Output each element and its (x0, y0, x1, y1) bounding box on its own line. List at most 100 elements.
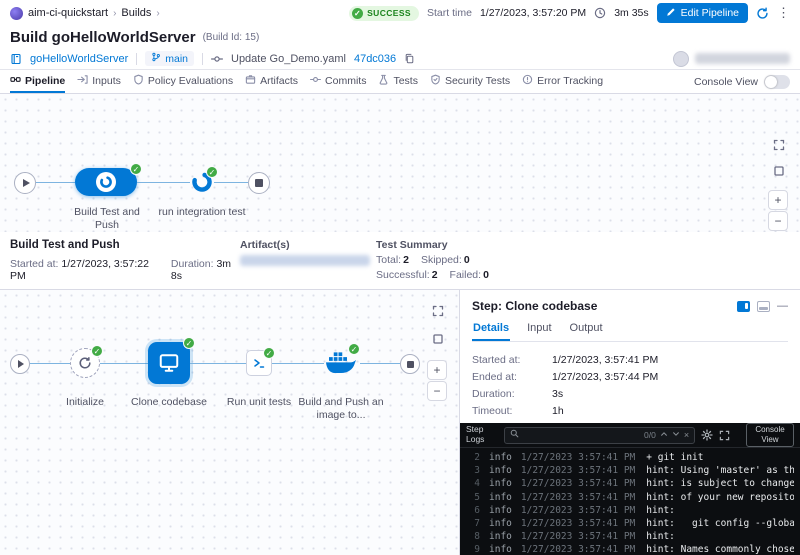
log-settings-gear-icon[interactable] (701, 429, 713, 441)
execution-end-node (400, 354, 420, 374)
breadcrumb-project-link[interactable]: aim-ci-quickstart (28, 7, 108, 19)
commits-tab-icon (310, 74, 321, 88)
divider (136, 53, 137, 65)
start-time-label: Start time (427, 7, 472, 19)
step-execution-canvas[interactable]: ✓ Initialize ✓ Clone codebase ✓ Run unit… (0, 290, 460, 555)
triggered-by (673, 51, 790, 67)
step-label: Build and Push an image to... (295, 396, 387, 422)
detail-value: 1/27/2023, 3:57:41 PM (552, 354, 658, 366)
close-search-icon[interactable]: × (684, 431, 689, 440)
expand-canvas-icon[interactable] (429, 302, 447, 320)
stage-summary-title: Build Test and Push (10, 239, 240, 251)
zoom-out-button[interactable]: − (768, 211, 788, 231)
branch-icon (151, 52, 161, 65)
skipped-label: Skipped: (421, 254, 462, 266)
tab-tests[interactable]: Tests (378, 70, 418, 93)
repo-name-link[interactable]: goHelloWorldServer (30, 53, 128, 65)
layout-bottom-view-icon[interactable] (757, 301, 770, 312)
layout-right-view-icon[interactable] (737, 301, 750, 312)
page-title: Build goHelloWorldServer (10, 29, 196, 46)
tab-policy-evaluations[interactable]: Policy Evaluations (133, 70, 233, 93)
commit-message: Update Go_Demo.yaml (231, 53, 346, 65)
log-message: hint: git config --global init.defaul (646, 517, 794, 530)
edge-connector (272, 363, 324, 364)
log-timestamp: 1/27/2023 3:57:41 PM (521, 451, 635, 464)
tab-artifacts[interactable]: Artifacts (245, 70, 298, 93)
play-icon (23, 179, 30, 187)
edge-connector (137, 182, 190, 183)
stage-node-run-integration-test[interactable]: ✓ (190, 170, 214, 194)
tab-security-tests[interactable]: Security Tests (430, 70, 510, 93)
breadcrumb-builds-link[interactable]: Builds (121, 7, 151, 19)
inputs-tab-icon (77, 74, 88, 88)
stage-label: run integration test (157, 206, 247, 219)
stage-summary-band: Build Test and Push Started at: 1/27/202… (0, 232, 800, 290)
edit-pipeline-button[interactable]: Edit Pipeline (657, 3, 748, 23)
redacted-artifact-link[interactable] (240, 255, 370, 266)
step-node-build-and-push[interactable]: ✓ (324, 348, 358, 378)
step-label: Initialize (45, 396, 125, 409)
copy-icon[interactable] (404, 53, 416, 65)
tests-tab-icon (378, 74, 389, 88)
step-label: Clone codebase (127, 396, 211, 409)
step-node-run-unit-tests[interactable]: ✓ (246, 350, 272, 376)
pipeline-stage-canvas[interactable]: ✓ Build Test and Push ✓ run integration … (0, 94, 800, 232)
tab-inputs[interactable]: Inputs (77, 70, 121, 93)
log-search-input[interactable] (523, 430, 640, 440)
zoom-out-button[interactable]: − (427, 381, 447, 401)
stage-node-build-test-and-push[interactable]: ✓ (75, 168, 137, 196)
zoom-in-button[interactable]: + (427, 360, 447, 380)
log-body[interactable]: 2info1/27/2023 3:57:41 PM+ git init 3inf… (460, 448, 800, 555)
log-fullscreen-icon[interactable] (719, 430, 730, 441)
detail-row-duration: Duration: 3s (472, 385, 788, 402)
step-node-initialize[interactable]: ✓ (70, 348, 100, 378)
edit-pipeline-label: Edit Pipeline (681, 7, 739, 19)
step-node-clone-codebase[interactable]: ✓ (148, 342, 190, 384)
step-log-console: Step Logs 0/0 × (460, 423, 800, 555)
commit-icon (211, 53, 223, 65)
chevron-down-icon[interactable] (672, 430, 680, 440)
artifacts-label: Artifact(s) (240, 239, 362, 251)
expand-canvas-icon[interactable] (770, 136, 788, 154)
chevron-up-icon[interactable] (660, 430, 668, 440)
step-panel-title: Step: Clone codebase (472, 299, 597, 313)
tab-details[interactable]: Details (472, 322, 510, 341)
step-details-main: Step: Clone codebase — Details Input Out… (460, 290, 800, 423)
detail-value: 1/27/2023, 3:57:44 PM (552, 371, 658, 383)
line-number: 8 (466, 530, 480, 543)
panel-view-controls: — (737, 301, 788, 312)
log-line: 9info1/27/2023 3:57:41 PMhint: Names com… (466, 543, 794, 555)
user-avatar[interactable] (673, 51, 689, 67)
breadcrumb: aim-ci-quickstart › Builds › (10, 7, 160, 20)
branch-chip[interactable]: main (145, 51, 194, 66)
zoom-in-button[interactable]: + (768, 190, 788, 210)
log-level: info (489, 477, 512, 490)
detail-row-started-at: Started at: 1/27/2023, 3:57:41 PM (472, 351, 788, 368)
tab-error-tracking[interactable]: Error Tracking (522, 70, 603, 93)
commit-sha-link[interactable]: 47dc036 (354, 53, 396, 65)
edge-connector (36, 182, 75, 183)
line-number: 5 (466, 491, 480, 504)
tab-pipeline[interactable]: Pipeline (10, 70, 65, 93)
log-search-box: 0/0 × (504, 427, 695, 444)
console-view-toggle[interactable] (764, 75, 790, 89)
tab-output[interactable]: Output (569, 322, 604, 341)
console-view-button[interactable]: Console View (746, 423, 794, 446)
total-value: 2 (403, 254, 409, 266)
tab-commits[interactable]: Commits (310, 70, 366, 93)
log-line: 8 info 1/27/2023 3:57:41 PM hint: (466, 530, 794, 543)
refresh-icon[interactable] (756, 7, 769, 20)
log-level: info (489, 530, 512, 543)
log-message: hint: (646, 530, 675, 543)
minimize-panel-icon[interactable]: — (777, 301, 788, 312)
fit-view-icon[interactable] (770, 162, 788, 180)
skipped-value: 0 (464, 254, 470, 266)
tab-input[interactable]: Input (526, 322, 552, 341)
more-menu-icon[interactable]: ⋮ (777, 5, 790, 21)
success-check-icon: ✓ (130, 163, 142, 175)
fit-view-icon[interactable] (429, 330, 447, 348)
log-timestamp: 1/27/2023 3:57:41 PM (521, 530, 635, 543)
log-console-title: Step Logs (466, 425, 498, 445)
log-message: hint: (646, 504, 675, 517)
log-line: 6info1/27/2023 3:57:41 PMhint: (466, 504, 794, 517)
